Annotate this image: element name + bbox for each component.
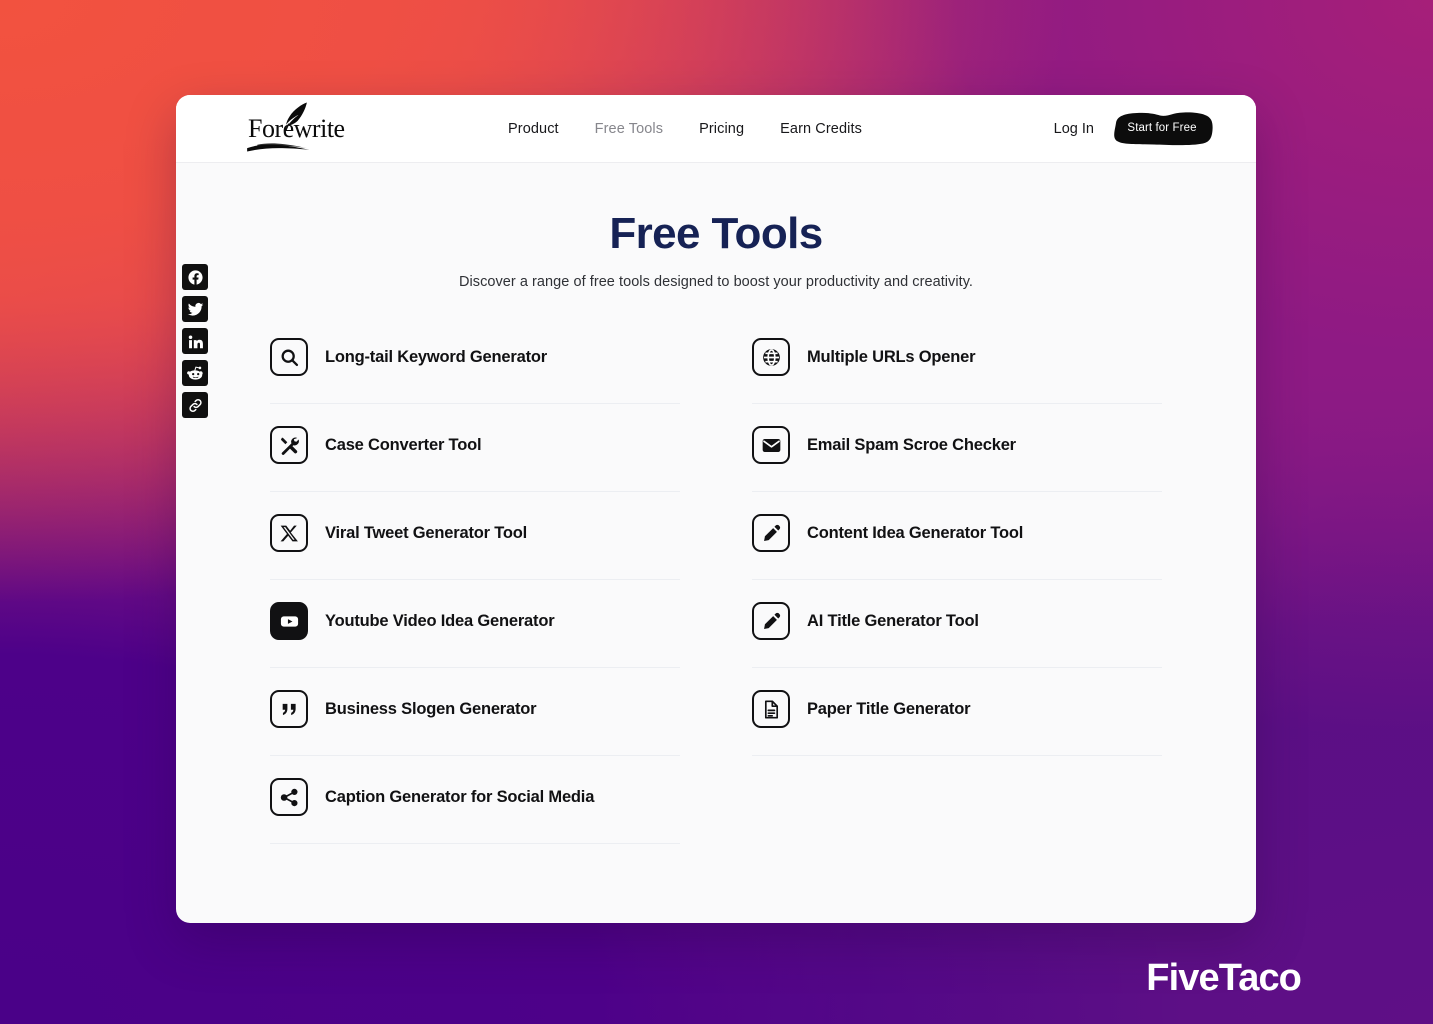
linkedin-share-icon bbox=[187, 333, 204, 350]
linkedin-share-button[interactable] bbox=[182, 328, 208, 354]
tool-item-viral-tweet-generator-tool[interactable]: Viral Tweet Generator Tool bbox=[270, 492, 680, 581]
copy-link-button[interactable] bbox=[182, 392, 208, 418]
facebook-share-button[interactable] bbox=[182, 264, 208, 290]
tools-icon bbox=[270, 426, 308, 465]
tool-item-case-converter-tool[interactable]: Case Converter Tool bbox=[270, 404, 680, 493]
nav-item-pricing[interactable]: Pricing bbox=[699, 121, 744, 137]
share-nodes-icon bbox=[270, 778, 308, 817]
x-twitter-icon bbox=[270, 514, 308, 553]
document-icon bbox=[752, 690, 790, 729]
header-actions: Log In Start for Free bbox=[1054, 111, 1216, 147]
tool-label: Viral Tweet Generator Tool bbox=[325, 523, 528, 542]
tool-item-long-tail-keyword-generator[interactable]: Long-tail Keyword Generator bbox=[270, 333, 680, 405]
tool-label: Business Slogen Generator bbox=[325, 699, 537, 718]
pencil-icon bbox=[752, 514, 790, 553]
tools-column-left: Long-tail Keyword Generator Case Convert… bbox=[270, 333, 680, 845]
globe-icon bbox=[752, 338, 790, 377]
tool-label: Caption Generator for Social Media bbox=[325, 787, 595, 806]
twitter-share-button[interactable] bbox=[182, 296, 208, 322]
youtube-icon bbox=[270, 602, 308, 641]
pencil-icon bbox=[752, 602, 790, 641]
quote-icon bbox=[270, 690, 308, 729]
facebook-share-icon bbox=[187, 269, 204, 286]
social-share-rail bbox=[182, 264, 208, 418]
site-header: Forewrite Product Free Tools Pricing Ear… bbox=[176, 95, 1256, 163]
reddit-share-button[interactable] bbox=[182, 360, 208, 386]
tools-grid: Long-tail Keyword Generator Case Convert… bbox=[270, 333, 1162, 845]
tool-label: Multiple URLs Opener bbox=[807, 347, 976, 366]
page-content: Free Tools Discover a range of free tool… bbox=[176, 163, 1256, 923]
nav-item-free-tools[interactable]: Free Tools bbox=[595, 121, 663, 137]
tool-label: Content Idea Generator Tool bbox=[807, 523, 1024, 542]
tool-label: Paper Title Generator bbox=[807, 699, 971, 718]
tool-item-multiple-urls-opener[interactable]: Multiple URLs Opener bbox=[752, 333, 1162, 405]
tool-label: Email Spam Scroe Checker bbox=[807, 435, 1016, 454]
tools-column-right: Multiple URLs Opener Email Spam Scroe Ch… bbox=[752, 333, 1162, 844]
tool-item-youtube-video-idea-generator[interactable]: Youtube Video Idea Generator bbox=[270, 580, 680, 669]
page-subtitle: Discover a range of free tools designed … bbox=[458, 274, 973, 291]
tool-item-business-slogen-generator[interactable]: Business Slogen Generator bbox=[270, 668, 680, 757]
envelope-icon bbox=[752, 426, 790, 465]
tool-label: AI Title Generator Tool bbox=[807, 611, 979, 630]
start-for-free-label: Start for Free bbox=[1127, 121, 1197, 134]
tool-label: Case Converter Tool bbox=[325, 435, 482, 454]
brand-logo[interactable]: Forewrite bbox=[247, 102, 345, 152]
reddit-share-icon bbox=[186, 365, 204, 382]
app-window: Forewrite Product Free Tools Pricing Ear… bbox=[176, 95, 1256, 923]
tool-label: Youtube Video Idea Generator bbox=[325, 611, 555, 630]
start-for-free-button[interactable]: Start for Free bbox=[1108, 109, 1216, 147]
main-nav: Product Free Tools Pricing Earn Credits bbox=[508, 121, 862, 137]
nav-item-product[interactable]: Product bbox=[508, 121, 559, 137]
copy-link-icon bbox=[187, 397, 204, 414]
tool-item-content-idea-generator-tool[interactable]: Content Idea Generator Tool bbox=[752, 492, 1162, 581]
login-link[interactable]: Log In bbox=[1054, 121, 1094, 137]
search-icon bbox=[270, 338, 308, 377]
tool-label: Long-tail Keyword Generator bbox=[325, 347, 547, 366]
tool-item-paper-title-generator[interactable]: Paper Title Generator bbox=[752, 668, 1162, 757]
page-title: Free Tools bbox=[609, 209, 823, 258]
tool-item-email-spam-scroe-checker[interactable]: Email Spam Scroe Checker bbox=[752, 404, 1162, 493]
nav-item-earn-credits[interactable]: Earn Credits bbox=[780, 121, 862, 137]
tool-item-caption-generator-for-social-media[interactable]: Caption Generator for Social Media bbox=[270, 756, 680, 845]
fivetaco-watermark: FiveTaco bbox=[1146, 957, 1302, 999]
twitter-share-icon bbox=[187, 301, 204, 318]
brand-wordmark: Forewrite bbox=[248, 113, 345, 143]
tool-item-ai-title-generator-tool[interactable]: AI Title Generator Tool bbox=[752, 580, 1162, 669]
